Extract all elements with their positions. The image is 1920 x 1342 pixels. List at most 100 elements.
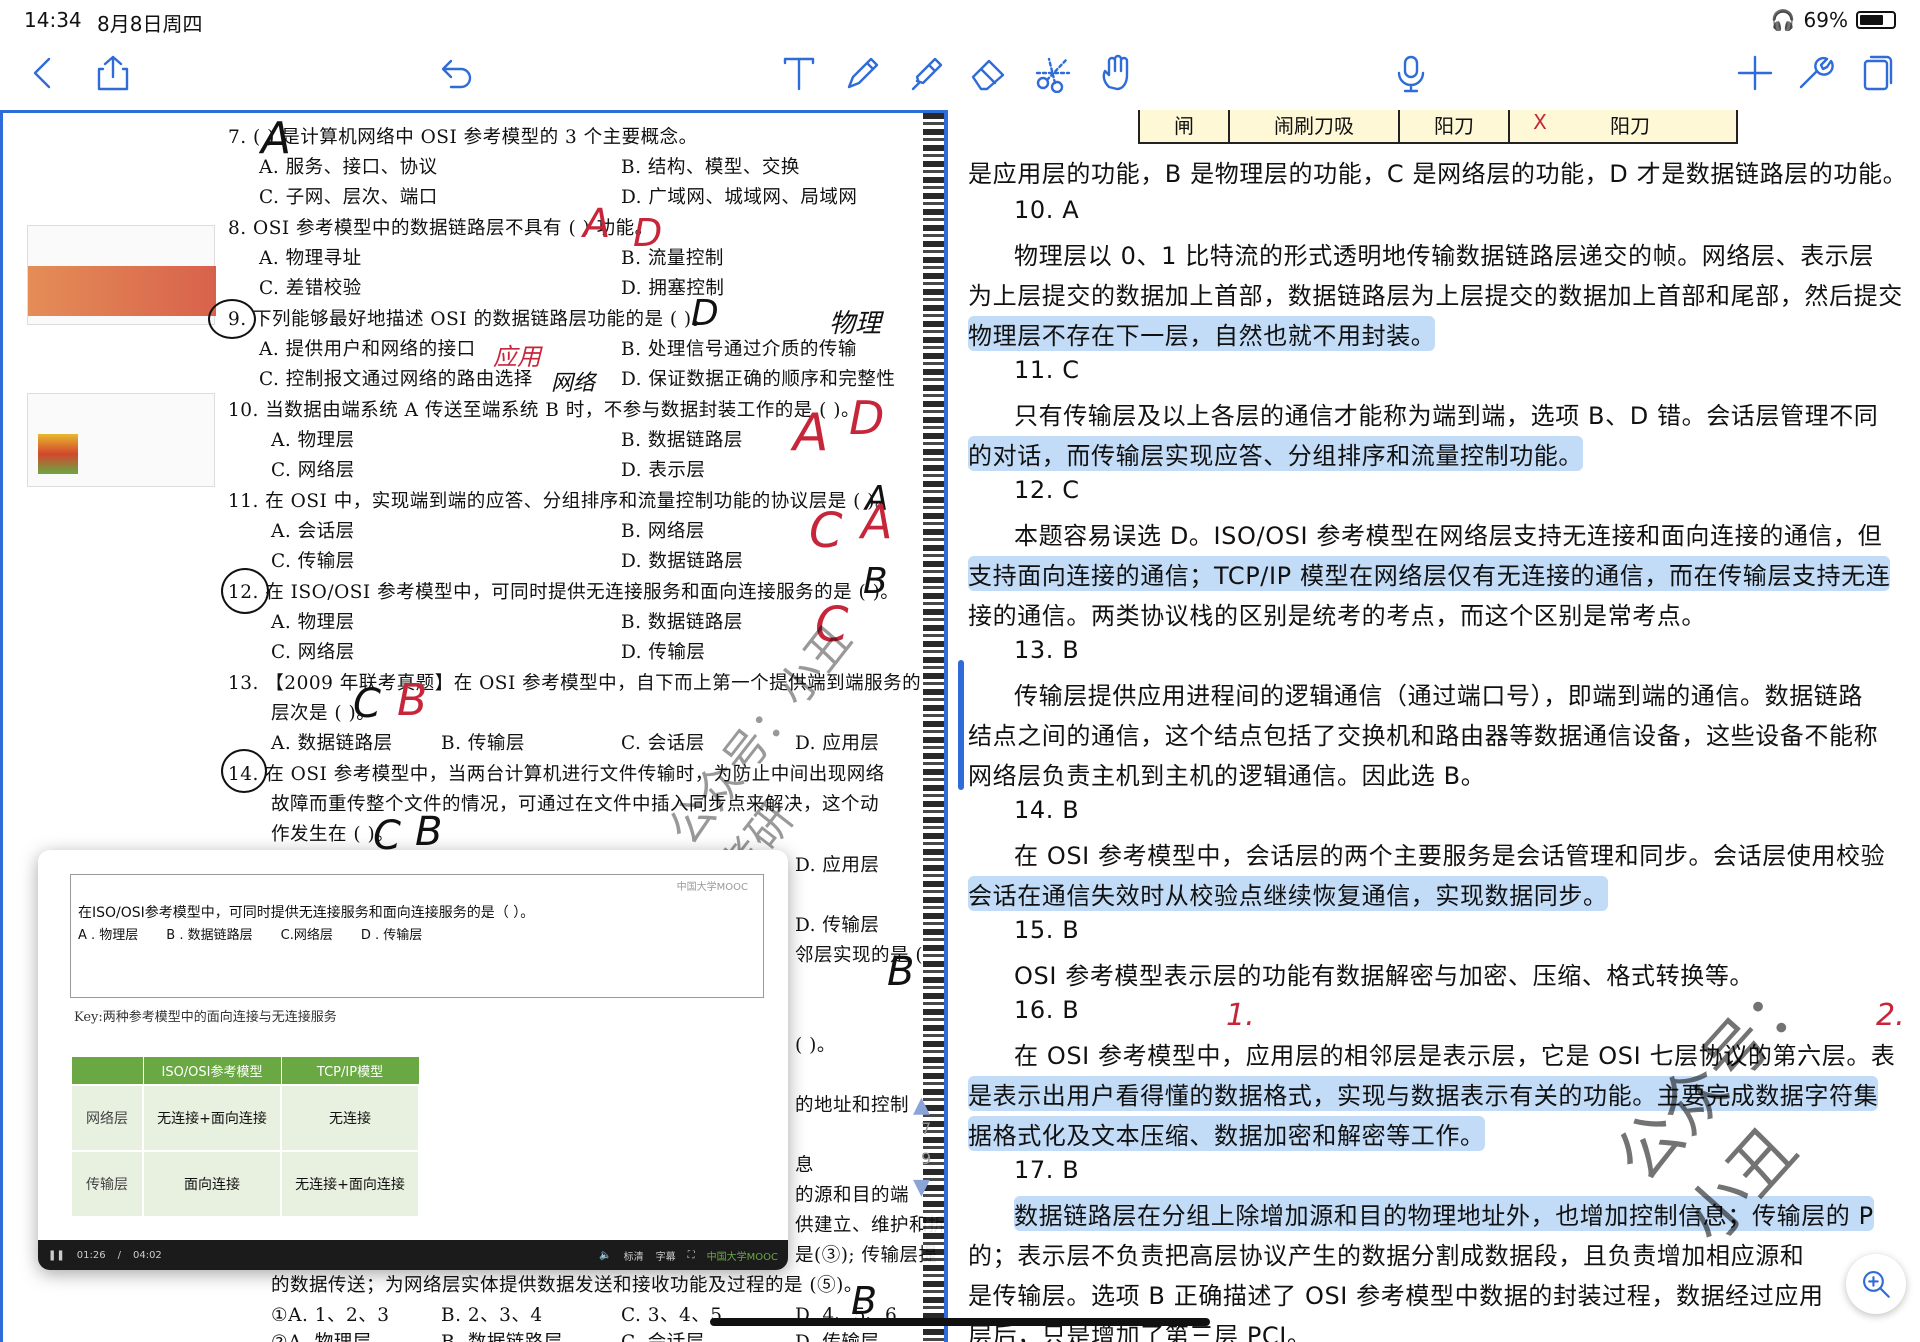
page-up-icon[interactable]: ▲ <box>913 1093 930 1118</box>
add-icon[interactable] <box>1730 48 1780 98</box>
table-cell: 闸 <box>1140 110 1230 144</box>
microphone-icon[interactable] <box>1386 48 1436 98</box>
answer-text: 结点之间的通信，这个结点包括了交换机和路由器等数据通信设备，这些设备不能称 <box>968 722 1879 750</box>
table-cell: 网络层 <box>70 1083 144 1152</box>
status-right: 🎧 69% <box>1771 8 1896 32</box>
text-fragment: 息 <box>795 1155 815 1176</box>
option-line: B. 处理信号通过介质的传输 <box>621 339 857 360</box>
page-number: 7 <box>921 1119 932 1138</box>
subtitle-button[interactable]: 字幕 <box>656 1248 676 1263</box>
hand-tool-icon[interactable] <box>1092 48 1142 98</box>
answer-number: 12. C <box>1014 476 1080 504</box>
option-line: C. 差错校验 <box>259 278 362 299</box>
handwriting-answer: C <box>809 503 843 559</box>
annotation-circle <box>221 568 269 614</box>
handwriting-note: 物理 <box>829 309 882 339</box>
text-fragment: 的地址和控制 <box>795 1095 910 1116</box>
option-line: C. 子网、层次、端口 <box>259 187 438 208</box>
slide-options: A . 物理层 B . 数据链路层 C.网络层 D . 传输层 <box>78 924 422 943</box>
question-10: 10. 当数据由端系统 A 传送至端系统 B 时，不参与数据封装工作的是 ( )… <box>228 400 860 421</box>
quality-button[interactable]: 标清 <box>624 1248 644 1263</box>
handwriting-answer: B <box>863 561 888 602</box>
answer-text: OSI 参考模型表示层的功能有数据解密与加密、压缩、格式转换等。 <box>1014 962 1755 990</box>
highlighted-text: 据格式化及文本压缩、数据加密和解密等工作。 <box>968 1116 1485 1151</box>
status-date: 8月8日周四 <box>97 12 203 36</box>
video-player[interactable]: 中国大学MOOC 在ISO/OSI参考模型中，可同时提供无连接服务和面向连接服务… <box>38 850 788 1270</box>
slide-thumbnail[interactable] <box>27 393 215 487</box>
status-bar: 14:34 8月8日周四 🎧 69% <box>0 0 1920 38</box>
option-line: D. 传输层 <box>795 1328 879 1342</box>
pane-divider <box>944 110 948 1342</box>
table-cell: 闹刷刀吸 <box>1230 110 1400 144</box>
table-cell: 无连接 <box>280 1083 420 1152</box>
home-indicator[interactable] <box>710 1318 1210 1326</box>
eraser-tool-icon[interactable] <box>964 48 1014 98</box>
answer-text: 网络层负责主机到主机的逻辑通信。因此选 B。 <box>968 762 1486 790</box>
answer-number: 16. B <box>1014 996 1080 1024</box>
option-line: A. 物理寻址 <box>259 248 362 269</box>
handwriting-answer: C <box>353 681 381 727</box>
table-cell: 无连接+面向连接 <box>280 1149 420 1218</box>
option-line: ②A. 物理层 <box>271 1328 372 1342</box>
text-fragment: ( )。 <box>795 1035 836 1056</box>
slide-question: 在ISO/OSI参考模型中，可同时提供无连接服务和面向连接服务的是（ ）。 <box>78 905 535 921</box>
wrench-icon[interactable] <box>1790 48 1840 98</box>
option-line: B. 2、3、4 <box>441 1305 543 1326</box>
slide-option: A . 物理层 <box>78 928 139 943</box>
option-line: D. 表示层 <box>621 460 706 481</box>
answer-number: 11. C <box>1014 356 1080 384</box>
fullscreen-icon[interactable]: ⛶ <box>688 1250 695 1261</box>
pages-icon[interactable] <box>1852 48 1902 98</box>
zoom-button[interactable] <box>1846 1254 1906 1314</box>
right-document-pane[interactable]: 闸 闹刷刀吸 阳刀 X 阳刀 是应用层的功能，B 是物理层的功能，C 是网络层的… <box>968 110 1920 1342</box>
slide-option: B . 数据链路层 <box>166 928 253 943</box>
option-line: D. 传输层 <box>795 915 880 936</box>
option-line: D. 数据链路层 <box>621 551 744 572</box>
table-header <box>70 1056 144 1085</box>
answer-text: 接的通信。两类协议栈的区别是统考的考点，而这个区别是常考点。 <box>968 602 1706 630</box>
zoom-in-icon <box>1863 1271 1890 1298</box>
highlighter-tool-icon[interactable] <box>902 48 952 98</box>
video-time-total: 04:02 <box>132 1249 162 1261</box>
headphones-icon: 🎧 <box>1770 8 1796 32</box>
undo-icon[interactable] <box>430 48 480 98</box>
handwriting-answer: D <box>691 293 719 334</box>
scissors-tool-icon[interactable] <box>1028 48 1078 98</box>
video-controls: ❚❚ 01:26 / 04:02 🔈 标清 字幕 ⛶ 中国大学MOOC <box>38 1240 788 1270</box>
option-line: C. 控制报文通过网络的路由选择 <box>259 369 533 390</box>
option-line: B. 传输层 <box>441 733 525 754</box>
table-row: 传输层 面向连接 无连接+面向连接 <box>70 1149 420 1218</box>
answer-text: 为上层提交的数据加上首部，数据链路层为上层提交的数据加上首部和尾部，然后提交 <box>968 282 1903 310</box>
answer-number: 13. B <box>1014 636 1080 664</box>
text-fragment: 的源和目的端 <box>795 1185 910 1206</box>
table-cell: 无连接+面向连接 <box>142 1083 282 1152</box>
text-fragment: 是(③); 传输层提 <box>795 1245 938 1266</box>
pause-icon[interactable]: ❚❚ <box>48 1250 65 1261</box>
answer-number: 10. A <box>1014 196 1080 224</box>
question-11: 11. 在 OSI 中，实现端到端的应答、分组排序和流量控制功能的协议层是 ( … <box>228 491 894 512</box>
mooc-logo: 中国大学MOOC <box>676 882 748 893</box>
answer-text: 是传输层。选项 B 正确描述了 OSI 参考模型中数据的封装过程，数据经过应用 <box>968 1282 1824 1310</box>
battery-percent: 69% <box>1803 8 1848 32</box>
answer-number: 14. B <box>1014 796 1080 824</box>
text-tool-icon[interactable] <box>774 48 824 98</box>
option-line: A. 物理层 <box>271 430 355 451</box>
back-icon[interactable] <box>18 48 68 98</box>
highlighted-text: 支持面向连接的通信；TCP/IP 模型在网络层仅有无连接的通信，而在传输层支持无… <box>968 556 1891 591</box>
table-cell: 阳刀 <box>1400 110 1510 144</box>
handwriting-answer: D <box>633 211 663 255</box>
question-12: 12. 在 ISO/OSI 参考模型中，可同时提供无连接服务和面向连接服务的是 … <box>228 582 900 603</box>
split-view-handle[interactable] <box>958 660 964 790</box>
status-time: 14:34 <box>24 8 82 32</box>
slide-thumbnail[interactable] <box>27 225 216 325</box>
option-line: D. 应用层 <box>795 855 880 876</box>
volume-icon[interactable]: 🔈 <box>599 1250 611 1261</box>
page-down-icon[interactable]: ▼ <box>913 1175 930 1200</box>
table-cell: 传输层 <box>70 1149 144 1218</box>
pen-tool-icon[interactable] <box>838 48 888 98</box>
slide-option: D . 传输层 <box>360 928 423 943</box>
option-line: C. 会话层 <box>621 1328 705 1342</box>
video-time-current: 01:26 <box>76 1249 106 1261</box>
share-icon[interactable] <box>88 48 138 98</box>
table-row: 网络层 无连接+面向连接 无连接 <box>70 1083 420 1152</box>
